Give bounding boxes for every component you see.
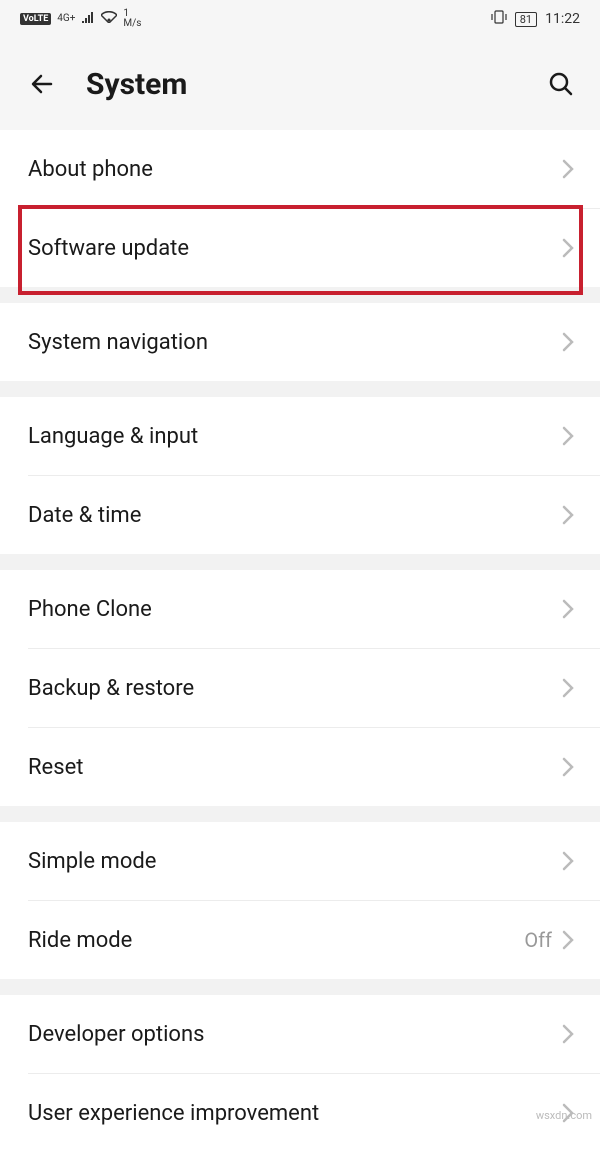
settings-group: Developer options User experience improv… [0,995,600,1152]
row-label: System navigation [28,330,208,355]
row-label: Language & input [28,424,198,449]
chevron-right-icon [562,332,574,352]
back-button[interactable] [28,69,58,99]
chevron-right-icon [562,238,574,258]
search-button[interactable] [546,69,576,99]
about-phone-row[interactable]: About phone [0,130,600,208]
developer-options-row[interactable]: Developer options [0,995,600,1073]
row-label: User experience improvement [28,1101,319,1126]
chevron-right-icon [562,599,574,619]
volte-badge: VoLTE [20,13,51,25]
row-value: Off [524,928,552,952]
clock: 11:22 [545,11,580,27]
settings-group: About phone Software update [0,130,600,287]
row-label: Simple mode [28,849,156,874]
row-label: Backup & restore [28,676,194,701]
settings-group: System navigation [0,303,600,381]
phone-clone-row[interactable]: Phone Clone [0,570,600,648]
settings-group: Phone Clone Backup & restore Reset [0,570,600,806]
row-label: Ride mode [28,928,132,953]
watermark: wsxdn.com [536,1109,592,1122]
chevron-right-icon [562,1024,574,1044]
network-indicator: 4G+ [57,14,75,24]
simple-mode-row[interactable]: Simple mode [0,822,600,900]
wifi-icon [101,11,117,27]
speed-indicator: 1M/s [123,9,141,29]
chevron-right-icon [562,159,574,179]
ride-mode-row[interactable]: Ride mode Off [0,901,600,979]
row-label: Phone Clone [28,597,152,622]
language-input-row[interactable]: Language & input [0,397,600,475]
row-label: Reset [28,755,83,780]
system-navigation-row[interactable]: System navigation [0,303,600,381]
row-label: Developer options [28,1022,204,1047]
settings-group: Language & input Date & time [0,397,600,554]
software-update-row[interactable]: Software update [0,209,600,287]
chevron-right-icon [562,757,574,777]
backup-restore-row[interactable]: Backup & restore [0,649,600,727]
user-experience-improvement-row[interactable]: User experience improvement [0,1074,600,1152]
vibrate-icon [491,10,507,28]
chevron-right-icon [562,930,574,950]
row-label: About phone [28,157,153,182]
status-left: VoLTE 4G+ 1M/s [20,9,141,29]
chevron-right-icon [562,426,574,446]
row-label: Date & time [28,503,141,528]
chevron-right-icon [562,505,574,525]
chevron-right-icon [562,851,574,871]
header: System [0,38,600,130]
signal-icon [81,11,95,27]
date-time-row[interactable]: Date & time [0,476,600,554]
page-title: System [86,67,187,102]
settings-group: Simple mode Ride mode Off [0,822,600,979]
row-label: Software update [28,236,189,261]
battery-indicator: 81 [515,12,537,27]
reset-row[interactable]: Reset [0,728,600,806]
chevron-right-icon [562,678,574,698]
status-bar: VoLTE 4G+ 1M/s 81 11:22 [0,0,600,38]
status-right: 81 11:22 [491,10,580,28]
